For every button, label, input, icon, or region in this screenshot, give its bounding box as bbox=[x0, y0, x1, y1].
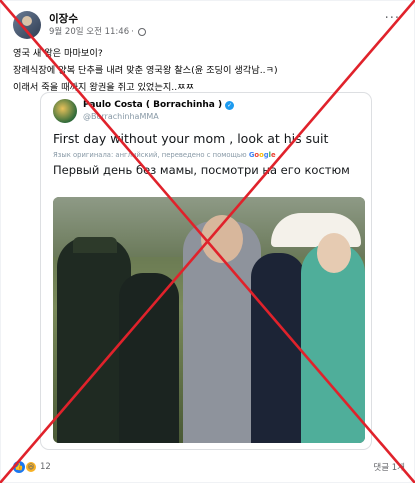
photo-figure-head bbox=[317, 233, 351, 273]
tweet-author-label: Paulo Costa ( Borrachinha ) bbox=[83, 100, 223, 110]
tweet-text-russian: Первый день без мамы, посмотри на его ко… bbox=[53, 163, 350, 177]
post-meta: 9월 20일 오전 11:46 · bbox=[49, 26, 146, 38]
translation-note: Язык оригинала: английский, переведено с… bbox=[53, 151, 276, 159]
post-header: 이장수 9월 20일 오전 11:46 · bbox=[13, 11, 146, 39]
tweet-text-english: First day without your mom , look at his… bbox=[53, 131, 329, 146]
google-logo: Google bbox=[248, 151, 276, 159]
post-timestamp[interactable]: 9월 20일 오전 11:46 bbox=[49, 26, 129, 38]
tweet-avatar bbox=[53, 99, 77, 123]
post-line: 영국 새 왕은 마마보이? bbox=[13, 48, 103, 59]
author-block: 이장수 9월 20일 오전 11:46 · bbox=[49, 13, 146, 38]
author-name[interactable]: 이장수 bbox=[49, 13, 146, 26]
shared-tweet-screenshot[interactable]: Paulo Costa ( Borrachinha ) ✓ @Borrachin… bbox=[41, 93, 371, 449]
globe-icon bbox=[137, 27, 146, 36]
photo-figure-teal-dress bbox=[301, 243, 365, 443]
tweet-photo[interactable] bbox=[53, 197, 365, 443]
facebook-post-card: 이장수 9월 20일 오전 11:46 · ··· 영국 새 왕은 마마보이? … bbox=[1, 1, 414, 482]
verified-badge-icon: ✓ bbox=[225, 101, 235, 110]
photo-officer-cap bbox=[73, 237, 117, 253]
like-icon: 👍 bbox=[13, 461, 25, 473]
post-text: 영국 새 왕은 마마보이? 장례식장에 양복 단추를 내려 맞춘 영국왕 찰스(… bbox=[13, 45, 403, 96]
more-options-icon[interactable]: ··· bbox=[385, 11, 400, 26]
translation-note-label: Язык оригинала: английский, переведено с… bbox=[53, 151, 247, 159]
tweet-handle: @BorrachinhaMMA bbox=[83, 112, 159, 121]
haha-icon: 😆 bbox=[25, 461, 37, 473]
post-footer: 👍 😆 12 댓글 1개 bbox=[13, 457, 405, 477]
tweet-author-name: Paulo Costa ( Borrachinha ) ✓ bbox=[83, 100, 235, 111]
post-line: 장례식장에 양복 단추를 내려 맞춘 영국왕 찰스(윤 조딩이 생각남..ㅋ) bbox=[13, 65, 278, 76]
tweet-header: Paulo Costa ( Borrachinha ) ✓ @Borrachin… bbox=[53, 99, 235, 123]
photo-figure-guard bbox=[119, 273, 179, 443]
comment-count[interactable]: 댓글 1개 bbox=[373, 461, 405, 473]
photo-figure-head bbox=[201, 215, 243, 263]
reactions-summary[interactable]: 👍 😆 12 bbox=[13, 461, 51, 473]
photo-figure-dark-suit bbox=[251, 253, 305, 443]
avatar[interactable] bbox=[13, 11, 41, 39]
reaction-count: 12 bbox=[40, 462, 51, 472]
